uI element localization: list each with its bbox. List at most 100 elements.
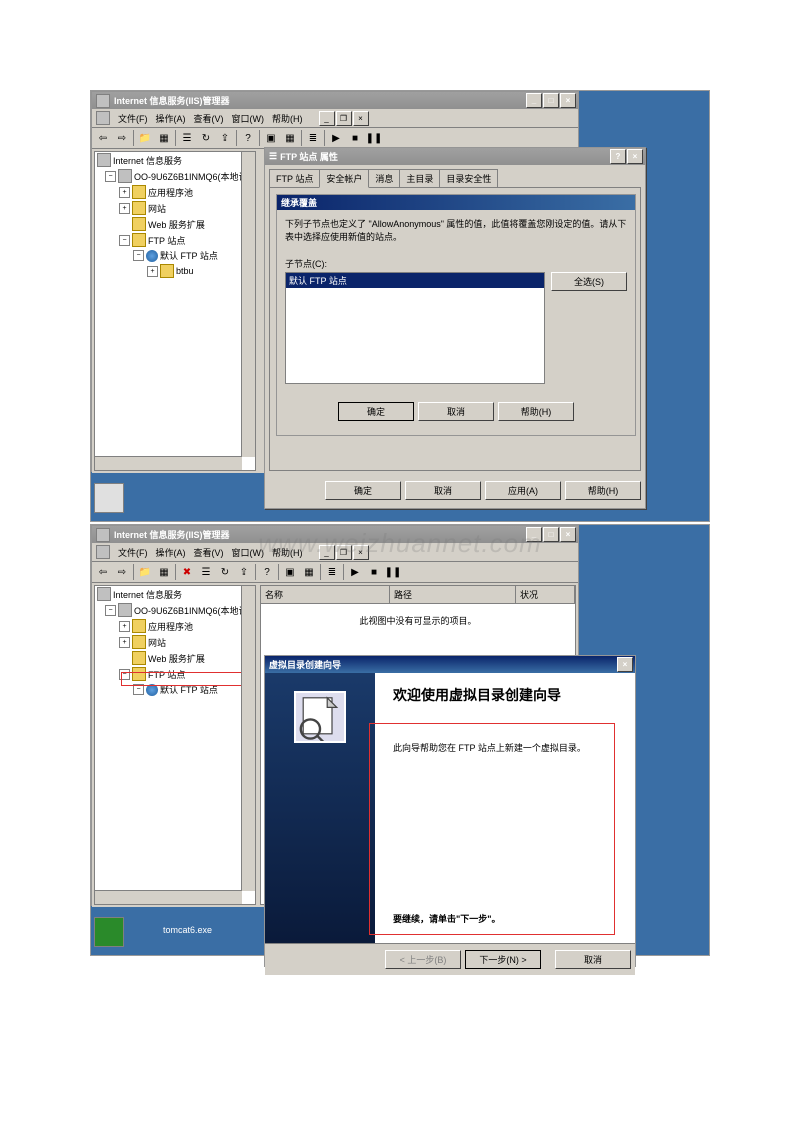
up-button[interactable]: 📁 [136,129,154,147]
tree-scrollbar-h[interactable] [95,890,242,904]
tree-sites[interactable]: 网站 [148,202,166,215]
tree-host[interactable]: OO-9U6Z6B1INMQ6(本地计 [134,170,248,183]
expand-icon[interactable]: + [119,203,130,214]
play-button[interactable]: ▶ [327,129,345,147]
expand-icon[interactable]: − [105,605,116,616]
expand-icon[interactable]: − [133,250,144,261]
tab-ftp-site[interactable]: FTP 站点 [269,169,320,187]
prop-help-button[interactable]: 帮助(H) [565,481,641,500]
tree-webext[interactable]: Web 服务扩展 [148,218,205,231]
up-button[interactable]: 📁 [136,563,154,581]
tree-sites[interactable]: 网站 [148,636,166,649]
prop-ok-button[interactable]: 确定 [325,481,401,500]
forward-button[interactable]: ⇨ [113,129,131,147]
inherit-help-button[interactable]: 帮助(H) [498,402,574,421]
menu-action[interactable]: 操作(A) [156,112,186,125]
help-button[interactable]: ? [258,563,276,581]
minimize-button[interactable]: _ [526,93,542,108]
refresh-button[interactable]: ↻ [216,563,234,581]
tool3-button[interactable]: ≣ [323,563,341,581]
tree-pane-2[interactable]: Internet 信息服务 − OO-9U6Z6B1INMQ6(本地计 + 应用程序… [94,585,256,905]
expand-icon[interactable]: + [119,637,130,648]
expand-icon[interactable]: − [119,235,130,246]
list-item-selected[interactable]: 默认 FTP 站点 [286,273,544,288]
tab-dir-security[interactable]: 目录安全性 [439,169,498,187]
tree-host[interactable]: OO-9U6Z6B1INMQ6(本地计 [134,604,248,617]
export-button[interactable]: ⇪ [216,129,234,147]
tree-apppools[interactable]: 应用程序池 [148,186,193,199]
tree-scrollbar-v[interactable] [241,586,255,891]
inherit-cancel-button[interactable]: 取消 [418,402,494,421]
export-button[interactable]: ⇪ [235,563,253,581]
tree-btbu[interactable]: btbu [176,266,194,276]
inherit-ok-button[interactable]: 确定 [338,402,414,421]
tree-root[interactable]: Internet 信息服务 [113,588,182,601]
menu-view[interactable]: 查看(V) [194,112,224,125]
play-button[interactable]: ▶ [346,563,364,581]
tree-apppools[interactable]: 应用程序池 [148,620,193,633]
delete-button[interactable]: ✖ [178,563,196,581]
menu-file[interactable]: 文件(F) [118,112,148,125]
wizard-cancel-button[interactable]: 取消 [555,950,631,969]
tool2-button[interactable]: ▦ [300,563,318,581]
tool2-button[interactable]: ▦ [281,129,299,147]
select-all-button[interactable]: 全选(S) [551,272,627,291]
pause-button[interactable]: ❚❚ [365,129,383,147]
expand-icon[interactable]: + [147,266,158,277]
tree-scrollbar-v[interactable] [241,152,255,457]
tree-pane[interactable]: Internet 信息服务 − OO-9U6Z6B1INMQ6(本地计 + 应用程序… [94,151,256,471]
wizard-next-button[interactable]: 下一步(N) > [465,950,541,969]
wizard-close-button[interactable]: × [617,657,633,672]
view-button[interactable]: ▦ [155,563,173,581]
forward-button[interactable]: ⇨ [113,563,131,581]
tab-messages[interactable]: 消息 [368,169,400,187]
child-listbox[interactable]: 默认 FTP 站点 [285,272,545,384]
tool3-button[interactable]: ≣ [304,129,322,147]
mdi-minimize[interactable]: _ [319,111,335,126]
expand-icon[interactable]: + [119,621,130,632]
stop-button[interactable]: ■ [346,129,364,147]
mdi-controls: _ ❐ × [319,111,369,126]
refresh-button[interactable]: ↻ [197,129,215,147]
tree-default-ftp[interactable]: 默认 FTP 站点 [160,249,218,262]
menu-action[interactable]: 操作(A) [156,546,186,559]
col-status[interactable]: 状况 [516,586,575,603]
expand-icon[interactable]: + [119,187,130,198]
properties-button[interactable]: ☰ [178,129,196,147]
tree-scrollbar-h[interactable] [95,456,242,470]
tree-webext[interactable]: Web 服务扩展 [148,652,205,665]
pause-button[interactable]: ❚❚ [384,563,402,581]
menu-window[interactable]: 窗口(W) [232,112,265,125]
back-button[interactable]: ⇦ [94,563,112,581]
col-name[interactable]: 名称 [261,586,390,603]
menu-file[interactable]: 文件(F) [118,546,148,559]
tool1-button[interactable]: ▣ [262,129,280,147]
stop-button[interactable]: ■ [365,563,383,581]
tree-root[interactable]: Internet 信息服务 [113,154,182,167]
help-button[interactable]: ? [239,129,257,147]
mdi-close[interactable]: × [353,111,369,126]
col-path[interactable]: 路径 [390,586,516,603]
prop-help-button[interactable]: ? [610,149,626,164]
maximize-button[interactable]: □ [543,527,559,542]
tool1-button[interactable]: ▣ [281,563,299,581]
close-button[interactable]: × [560,527,576,542]
tab-security-account[interactable]: 安全帐户 [319,169,369,188]
back-button[interactable]: ⇦ [94,129,112,147]
menu-view[interactable]: 查看(V) [194,546,224,559]
prop-apply-button[interactable]: 应用(A) [485,481,561,500]
mdi-restore[interactable]: ❐ [336,111,352,126]
tab-home-dir[interactable]: 主目录 [399,169,440,187]
expand-icon[interactable]: − [105,171,116,182]
view-button[interactable]: ▦ [155,129,173,147]
prop-cancel-button[interactable]: 取消 [405,481,481,500]
desktop-icon-2[interactable] [93,917,125,947]
tree-ftpsites[interactable]: FTP 站点 [148,234,185,247]
desktop-icon[interactable] [93,483,125,513]
ftp-properties-dialog: ☰ FTP 站点 属性 ?× FTP 站点 安全帐户 消息 主目录 目录安全性 … [264,147,646,509]
maximize-button[interactable]: □ [543,93,559,108]
menu-help[interactable]: 帮助(H) [272,112,303,125]
prop-close-button[interactable]: × [627,149,643,164]
close-button[interactable]: × [560,93,576,108]
properties-button[interactable]: ☰ [197,563,215,581]
